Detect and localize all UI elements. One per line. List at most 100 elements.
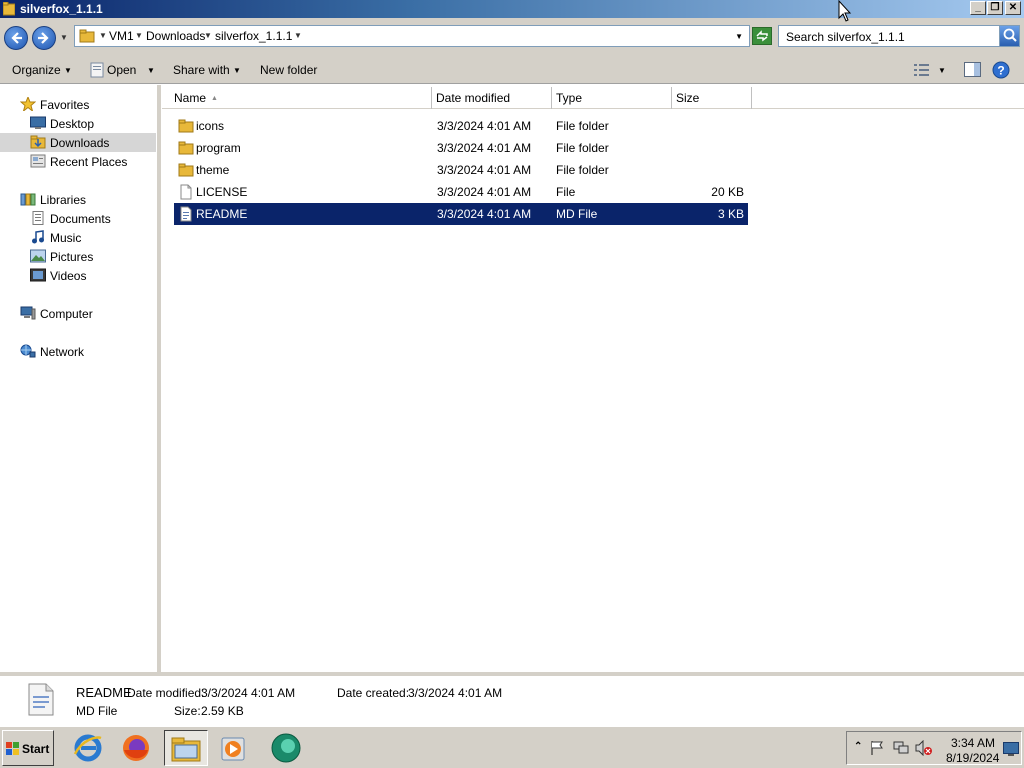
- chevron-down-icon[interactable]: ▼: [204, 31, 212, 40]
- view-options-icon[interactable]: [914, 63, 930, 77]
- nav-item-computer[interactable]: Computer: [0, 304, 156, 323]
- chevron-down-icon[interactable]: ▼: [147, 66, 155, 75]
- taskbar-windows-explorer[interactable]: [164, 730, 208, 766]
- svg-text:?: ?: [997, 64, 1004, 78]
- file-date: 3/3/2024 4:01 AM: [437, 141, 532, 155]
- preview-pane-icon[interactable]: [964, 62, 981, 77]
- network-icon: [20, 344, 36, 358]
- flag-icon[interactable]: [869, 740, 885, 756]
- nav-label: Pictures: [50, 250, 94, 264]
- column-header-type[interactable]: Type: [552, 87, 672, 109]
- forward-arrow-icon: [38, 32, 49, 44]
- details-modified-label: Date modified:: [127, 686, 205, 700]
- nav-item-favorites[interactable]: Favorites: [0, 95, 156, 114]
- nav-item-documents[interactable]: Documents: [0, 209, 156, 228]
- folder-icon: [3, 2, 15, 16]
- new-folder-button[interactable]: New folder: [260, 63, 317, 77]
- nav-item-desktop[interactable]: Desktop: [0, 114, 156, 133]
- libraries-icon: [20, 193, 36, 206]
- nav-item-network[interactable]: Network: [0, 342, 156, 361]
- nav-label: Documents: [50, 212, 111, 226]
- file-name: icons: [196, 119, 225, 133]
- breadcrumb-downloads[interactable]: Downloads: [146, 29, 205, 43]
- nav-item-downloads[interactable]: Downloads: [0, 133, 156, 152]
- organize-button[interactable]: Organize: [12, 63, 61, 77]
- chevron-down-icon[interactable]: ▼: [64, 66, 72, 75]
- search-input[interactable]: Search silverfox_1.1.1: [778, 25, 1020, 47]
- nav-item-recent-places[interactable]: Recent Places: [0, 152, 156, 171]
- open-file-icon: [90, 62, 104, 78]
- nav-item-pictures[interactable]: Pictures: [0, 247, 156, 266]
- file-row-icons[interactable]: icons 3/3/2024 4:01 AM File folder: [174, 115, 748, 137]
- file-type: File folder: [556, 141, 609, 155]
- file-row-theme[interactable]: theme 3/3/2024 4:01 AM File folder: [174, 159, 748, 181]
- internet-explorer-icon: [73, 734, 102, 762]
- taskbar-media-player[interactable]: [212, 730, 256, 766]
- nav-label: Favorites: [40, 98, 90, 112]
- nav-label: Desktop: [50, 117, 95, 131]
- breadcrumb-vm1[interactable]: VM1: [109, 29, 134, 43]
- column-label: Type: [556, 91, 583, 105]
- share-with-button[interactable]: Share with: [173, 63, 230, 77]
- nav-item-videos[interactable]: Videos: [0, 266, 156, 285]
- volume-muted-icon[interactable]: [915, 740, 933, 756]
- address-history-dropdown-icon[interactable]: ▼: [735, 32, 743, 41]
- chevron-down-icon[interactable]: ▼: [294, 31, 302, 40]
- open-button[interactable]: Open: [107, 63, 136, 77]
- computer-icon: [20, 306, 36, 320]
- help-icon[interactable]: ?: [992, 61, 1010, 79]
- music-icon: [32, 230, 44, 244]
- chevron-down-icon[interactable]: ▼: [135, 31, 143, 40]
- column-header-size[interactable]: Size: [672, 87, 752, 109]
- taskbar-internet-explorer[interactable]: [66, 730, 110, 766]
- back-button[interactable]: [4, 26, 28, 50]
- desktop-icon: [30, 116, 46, 129]
- recent-pages-dropdown-icon[interactable]: ▼: [60, 33, 68, 42]
- refresh-button[interactable]: [752, 27, 772, 45]
- file-row-program[interactable]: program 3/3/2024 4:01 AM File folder: [174, 137, 748, 159]
- taskbar-app-green[interactable]: [264, 730, 308, 766]
- column-header-date-modified[interactable]: Date modified: [432, 87, 552, 109]
- address-bar[interactable]: ▼ VM1 ▼ Downloads ▼ silverfox_1.1.1 ▼ ▼: [74, 25, 750, 47]
- search-placeholder: Search silverfox_1.1.1: [786, 30, 905, 44]
- file-row-readme[interactable]: README 3/3/2024 4:01 AM MD File 3 KB: [174, 203, 748, 225]
- column-header-name[interactable]: Name ▲: [162, 87, 432, 109]
- start-button[interactable]: Start: [2, 730, 54, 766]
- nav-item-music[interactable]: Music: [0, 228, 156, 247]
- network-status-icon[interactable]: [893, 740, 909, 756]
- file-type: File folder: [556, 119, 609, 133]
- windows-logo-icon: [6, 742, 19, 755]
- pane-splitter[interactable]: [158, 85, 161, 672]
- nav-label: Libraries: [40, 193, 87, 207]
- breadcrumb-silverfox[interactable]: silverfox_1.1.1: [215, 29, 292, 43]
- details-created-value: 3/3/2024 4:01 AM: [408, 686, 503, 700]
- minimize-button[interactable]: _: [970, 1, 986, 15]
- file-name: theme: [196, 163, 230, 177]
- chevron-down-icon[interactable]: ▼: [99, 31, 107, 40]
- details-pane: README Date modified: 3/3/2024 4:01 AM D…: [0, 672, 1024, 726]
- close-button[interactable]: ✕: [1005, 1, 1021, 15]
- file-row-license[interactable]: LICENSE 3/3/2024 4:01 AM File 20 KB: [174, 181, 748, 203]
- nav-label: Network: [40, 345, 85, 359]
- sort-ascending-icon: ▲: [211, 95, 218, 102]
- address-row: ▼ ▼ VM1 ▼ Downloads ▼ silverfox_1.1.1 ▼ …: [0, 18, 1024, 56]
- nav-label: Computer: [40, 307, 93, 321]
- media-player-icon: [221, 737, 245, 761]
- chevron-down-icon[interactable]: ▼: [938, 66, 946, 75]
- chevron-down-icon[interactable]: ▼: [233, 66, 241, 75]
- nav-label: Recent Places: [50, 155, 128, 169]
- show-desktop-icon[interactable]: [1003, 742, 1019, 756]
- nav-item-libraries[interactable]: Libraries: [0, 190, 156, 209]
- details-file-type: MD File: [76, 704, 118, 718]
- details-size-value: 2.59 KB: [201, 704, 244, 718]
- restore-button[interactable]: ❐: [987, 1, 1003, 15]
- navigation-pane: Favorites Desktop Downloads Recent Place…: [0, 85, 161, 672]
- clock-time[interactable]: 3:34 AM: [951, 736, 995, 750]
- show-hidden-icons-button[interactable]: ⌃: [854, 741, 862, 752]
- search-button[interactable]: [999, 26, 1019, 46]
- title-bar[interactable]: silverfox_1.1.1 _ ❐ ✕: [0, 0, 1024, 18]
- clock-date[interactable]: 8/19/2024: [946, 751, 999, 765]
- forward-button[interactable]: [32, 26, 56, 50]
- column-label: Date modified: [436, 91, 511, 105]
- taskbar-firefox[interactable]: [114, 730, 158, 766]
